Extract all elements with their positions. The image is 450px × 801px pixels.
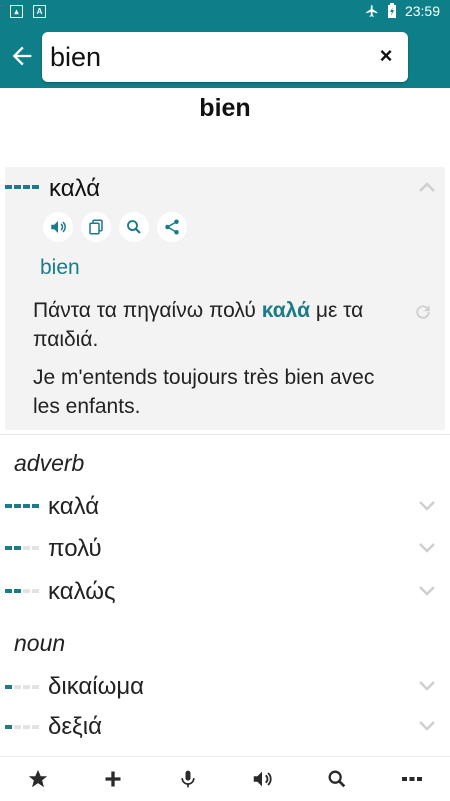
pos-noun: noun <box>14 630 66 656</box>
search-icon[interactable] <box>119 212 149 242</box>
list-item-word: καλά <box>48 493 100 520</box>
image-notification-icon: ▴ <box>10 5 23 18</box>
example-french: Je m'entends toujours très bien avec les… <box>33 366 375 418</box>
status-bar: ▴ A 23:59 <box>0 0 450 24</box>
example-greek: Πάντα τα πηγαίνω πολύ καλά με τα παιδιά. <box>33 296 378 354</box>
frequency-indicator <box>5 185 39 189</box>
list-item-word: καλώς <box>48 578 116 605</box>
example-greek-highlight: καλά <box>261 299 311 322</box>
star-icon[interactable] <box>14 757 62 801</box>
clear-icon[interactable]: × <box>374 44 398 68</box>
speaker-icon[interactable] <box>43 212 73 242</box>
speaker-icon[interactable] <box>238 757 286 801</box>
list-item-word: δικαίωμα <box>48 673 145 700</box>
app-bar: bien × <box>0 24 450 88</box>
chevron-down-icon[interactable] <box>418 720 436 732</box>
chevron-down-icon[interactable] <box>418 680 436 692</box>
more-icon[interactable] <box>388 757 436 801</box>
example-greek-part: Πάντα τα πηγαίνω πολύ <box>33 299 262 322</box>
back-arrow-icon[interactable] <box>8 42 36 70</box>
chevron-up-icon[interactable] <box>418 181 436 193</box>
list-item-word: πολύ <box>48 535 102 562</box>
search-input[interactable]: bien <box>50 42 101 73</box>
list-item-word: δεξιά <box>48 713 103 740</box>
chevron-down-icon[interactable] <box>418 542 436 554</box>
refresh-icon[interactable] <box>413 302 433 322</box>
airplane-icon <box>366 5 378 17</box>
search-box[interactable]: bien × <box>42 32 408 82</box>
frequency-indicator <box>5 725 39 729</box>
status-time: 23:59 <box>404 3 440 19</box>
battery-icon <box>387 3 396 18</box>
copy-icon[interactable] <box>81 212 111 242</box>
frequency-indicator <box>5 685 39 689</box>
chevron-down-icon[interactable] <box>418 500 436 512</box>
action-row <box>43 212 187 242</box>
frequency-indicator <box>5 504 39 508</box>
bottom-nav <box>0 756 450 800</box>
content: bien καλά bien Πάντα τα πηγαίνω πολύ καλ… <box>0 88 450 756</box>
meaning-word: καλά <box>49 175 101 202</box>
divider <box>0 434 450 435</box>
share-icon[interactable] <box>157 212 187 242</box>
frequency-indicator <box>5 589 39 593</box>
microphone-icon[interactable] <box>164 757 212 801</box>
chevron-down-icon[interactable] <box>418 585 436 597</box>
a-notification-icon: A <box>33 5 46 18</box>
plus-icon[interactable] <box>89 757 137 801</box>
frequency-indicator <box>5 546 39 550</box>
translation-text[interactable]: bien <box>40 256 80 280</box>
pos-adverb: adverb <box>14 450 85 476</box>
headword: bien <box>199 94 251 122</box>
search-icon[interactable] <box>313 757 361 801</box>
